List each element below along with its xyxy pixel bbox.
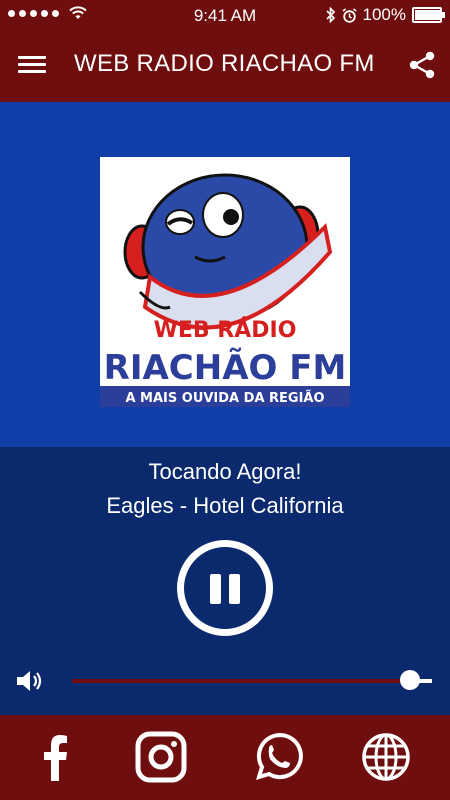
instagram-icon[interactable] (133, 729, 189, 785)
alarm-icon (342, 7, 357, 23)
app-title: WEB RADIO RIACHAO FM (74, 50, 375, 77)
status-bar: 9:41 AM 100% (0, 0, 450, 30)
facebook-icon[interactable] (28, 729, 84, 785)
speaker-icon[interactable] (14, 665, 46, 697)
logo-line1: WEB RÁDIO (154, 317, 297, 343)
battery-icon (412, 7, 445, 23)
volume-slider[interactable] (72, 670, 432, 690)
whatsapp-icon[interactable] (249, 729, 305, 785)
station-logo: WEB RÁDIO RIACHÃO FM A MAIS OUVIDA DA RE… (100, 157, 350, 407)
globe-icon[interactable] (358, 729, 414, 785)
share-icon[interactable] (408, 50, 436, 80)
volume-level (72, 679, 411, 683)
logo-tagline: A MAIS OUVIDA DA REGIÃO (125, 390, 324, 406)
artwork-panel: WEB RÁDIO RIACHÃO FM A MAIS OUVIDA DA RE… (0, 102, 450, 447)
logo-line2: RIACHÃO FM (104, 347, 347, 388)
social-footer (0, 715, 450, 800)
app-bar: WEB RADIO RIACHAO FM (0, 30, 450, 102)
now-playing-label: Tocando Agora! (148, 459, 302, 484)
pause-icon-bar (229, 574, 240, 604)
battery-percent: 100% (362, 5, 406, 24)
pause-button[interactable] (177, 540, 273, 636)
hamburger-menu-icon[interactable] (18, 52, 46, 80)
track-title: Eagles - Hotel California (106, 493, 344, 518)
bluetooth-icon (325, 7, 335, 23)
pause-icon (210, 574, 221, 604)
